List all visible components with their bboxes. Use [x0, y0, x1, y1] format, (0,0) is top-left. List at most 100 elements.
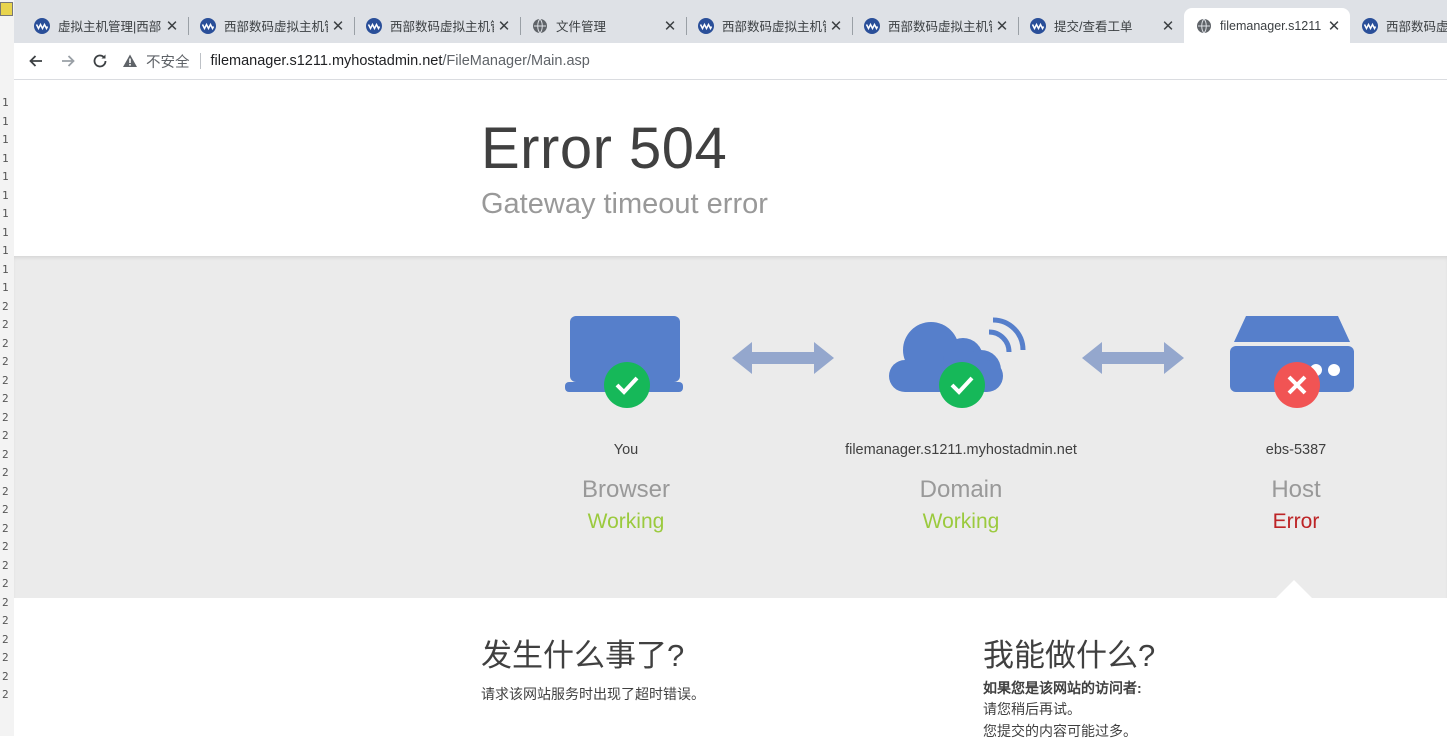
- line-number: 2: [2, 614, 9, 627]
- tab-title: 提交/查看工单: [1054, 20, 1133, 34]
- tab-title: 文件管理: [556, 20, 607, 34]
- west-digital-icon: [864, 17, 880, 34]
- error-page: Error 504 Gateway timeout error You Brow…: [14, 80, 1447, 739]
- line-number: 2: [2, 558, 9, 572]
- back-button[interactable]: [26, 51, 46, 71]
- tab-2[interactable]: 西部数码虚拟主机管 ✕: [354, 8, 521, 43]
- address-divider: [199, 53, 201, 69]
- line-number: 2: [2, 688, 9, 701]
- close-icon[interactable]: ✕: [496, 17, 512, 35]
- host-name: Host: [1271, 476, 1321, 503]
- line-number: 1: [2, 225, 9, 239]
- tab-8[interactable]: 西部数码虚拟主✕: [1350, 8, 1447, 43]
- tab-5[interactable]: 西部数码虚拟主机管 ✕: [852, 8, 1019, 43]
- close-icon[interactable]: ✕: [828, 17, 844, 35]
- host-pointer: [1276, 580, 1312, 598]
- west-digital-icon: [698, 17, 714, 34]
- line-number: 2: [2, 410, 9, 424]
- line-number: 2: [2, 484, 9, 498]
- tab-title: 西部数码虚拟主机管: [888, 20, 992, 34]
- arrow-right-icon: [62, 55, 75, 67]
- line-number: 1: [2, 170, 9, 183]
- line-number: 2: [2, 355, 9, 368]
- tab-3[interactable]: 文件管理 ✕: [520, 8, 687, 43]
- line-number: 1: [2, 244, 9, 257]
- west-digital-icon: [366, 17, 382, 34]
- west-digital-icon: [1362, 17, 1378, 34]
- west-digital-icon: [200, 17, 216, 34]
- line-number: 1: [2, 188, 9, 202]
- not-secure-label[interactable]: 不安全: [146, 51, 190, 72]
- close-icon[interactable]: ✕: [1160, 17, 1176, 35]
- line-number: 2: [2, 447, 9, 461]
- double-arrow-icon: [1082, 342, 1184, 374]
- line-number: 2: [2, 595, 9, 609]
- line-number: 1: [2, 207, 9, 220]
- host-location: ebs-5387: [1265, 442, 1327, 458]
- visitor-line-2: 您提交的内容可能过多。: [983, 723, 1137, 739]
- line-number: 2: [2, 466, 9, 479]
- tab-4[interactable]: 西部数码虚拟主机管 ✕: [686, 8, 853, 43]
- reload-button[interactable]: [90, 51, 110, 71]
- line-number: 2: [2, 669, 9, 683]
- close-icon[interactable]: ✕: [164, 17, 180, 35]
- check-badge-icon: [604, 362, 650, 408]
- line-number: 2: [2, 429, 9, 442]
- west-digital-icon: [34, 17, 50, 34]
- tab-title: 虚拟主机管理|西部: [58, 20, 162, 34]
- close-icon[interactable]: ✕: [330, 17, 346, 35]
- background-window-strip: 1 1 1 1 1 1 1 1 1 1 1 2 2 2 2 2 2 2 2 2 2 2 2 2 2 2 2 2 2 2 2 2 2: [0, 0, 15, 736]
- tab-0[interactable]: 虚拟主机管理|西部 ✕: [22, 8, 189, 43]
- line-number: 1: [2, 114, 9, 128]
- line-number: 2: [2, 299, 9, 313]
- arrow-left-icon: [29, 55, 42, 67]
- domain-name: Domain: [919, 476, 1003, 503]
- error-code: Error 504: [481, 116, 728, 181]
- line-number: 1: [2, 96, 9, 109]
- forward-button[interactable]: [58, 51, 78, 71]
- domain-status: Working: [922, 510, 1000, 533]
- line-number: 2: [2, 540, 9, 553]
- west-digital-icon: [1030, 17, 1046, 34]
- tab-title: 西部数码虚拟主机管: [390, 20, 494, 34]
- line-number: 2: [2, 336, 9, 350]
- what-can-i-do-title: 我能做什么?: [983, 638, 1156, 673]
- check-badge-icon: [939, 362, 985, 408]
- line-number: 1: [2, 151, 9, 165]
- what-happened-text: 请求该网站服务时出现了超时错误。: [481, 686, 705, 702]
- error-title: Gateway timeout error: [481, 188, 768, 220]
- status-diagram: You Browser Working filemanager.s1211.my…: [14, 256, 1447, 598]
- tab-6[interactable]: 提交/查看工单 ✕: [1018, 8, 1184, 43]
- line-number: 1: [2, 133, 9, 146]
- address-bar[interactable]: 不安全 filemanager.s1211.myhostadmin.net/Fi…: [122, 47, 1442, 75]
- tab-strip: 虚拟主机管理|西部 ✕ 西部数码虚拟主机管 ✕ 西部数码虚拟主机管 ✕ 文件管理 ✕ 西部数码虚…: [14, 0, 1447, 43]
- error-header: Error 504 Gateway timeout error: [14, 80, 1447, 256]
- line-number: 2: [2, 651, 9, 664]
- line-number: 2: [2, 392, 9, 405]
- browser-name: Browser: [581, 476, 671, 503]
- close-icon[interactable]: ✕: [662, 17, 678, 35]
- line-number: 2: [2, 632, 9, 646]
- line-number: 2: [2, 521, 9, 535]
- close-icon[interactable]: ✕: [994, 17, 1010, 35]
- tab-7[interactable]: filemanager.s1211 ✕: [1184, 8, 1350, 43]
- browser-location: You: [613, 442, 639, 458]
- domain-location: filemanager.s1211.myhostadmin.net: [845, 442, 1077, 458]
- double-arrow-icon: [732, 342, 834, 374]
- browser-status: Working: [587, 510, 665, 533]
- line-number: 2: [2, 577, 9, 590]
- reload-icon: [93, 54, 107, 68]
- error-badge-icon: [1274, 362, 1320, 408]
- browser-toolbar: 不安全 filemanager.s1211.myhostadmin.net/Fi…: [14, 43, 1447, 80]
- globe-icon: [1197, 18, 1211, 33]
- visitor-line-1: 请您稍后再试。: [983, 701, 1081, 717]
- close-icon[interactable]: ✕: [1326, 17, 1342, 35]
- line-number: 1: [2, 281, 9, 294]
- tab-title: 西部数码虚拟主: [1386, 20, 1447, 34]
- what-happened-title: 发生什么事了?: [481, 638, 685, 673]
- url-host: filemanager.s1211.myhostadmin.net: [210, 53, 443, 69]
- line-number: 1: [2, 262, 9, 276]
- tab-1[interactable]: 西部数码虚拟主机管 ✕: [188, 8, 355, 43]
- host-status: Error: [1272, 510, 1320, 533]
- warning-icon[interactable]: [122, 53, 138, 69]
